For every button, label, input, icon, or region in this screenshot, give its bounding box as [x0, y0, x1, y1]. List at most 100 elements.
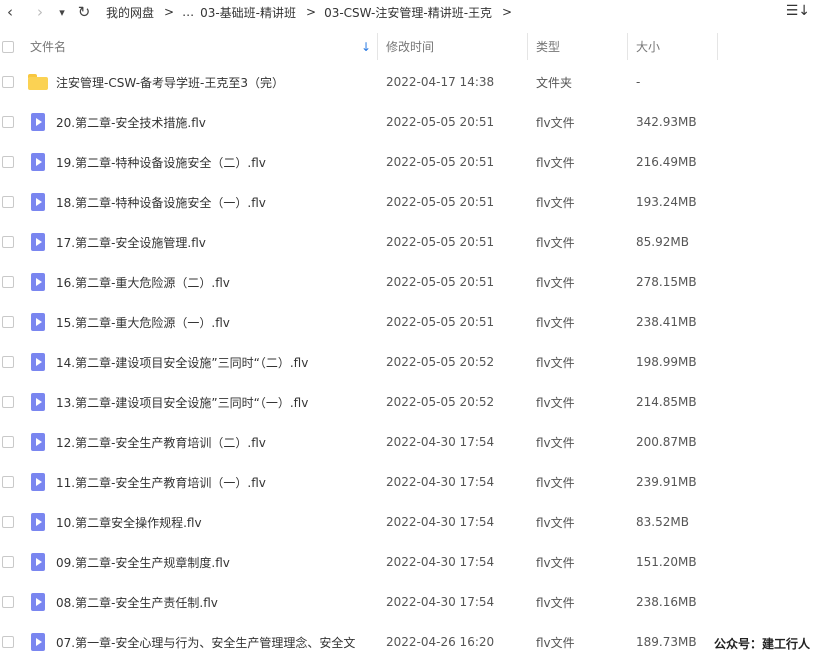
- type-column-header[interactable]: 类型: [536, 33, 560, 60]
- file-row[interactable]: 11.第二章-安全生产教育培训（一）.flv 2022-04-30 17:54 fl…: [0, 462, 814, 502]
- size-column-header[interactable]: 大小: [636, 33, 660, 60]
- file-name[interactable]: 14.第二章-建设项目安全设施”三同时“（二）.flv: [56, 342, 308, 382]
- file-name[interactable]: 18.第二章-特种设备设施安全（一）.flv: [56, 182, 266, 222]
- file-row[interactable]: 18.第二章-特种设备设施安全（一）.flv 2022-05-05 20:51 fl…: [0, 182, 814, 222]
- file-modified: 2022-04-30 17:54: [386, 595, 495, 609]
- row-checkbox[interactable]: [2, 356, 14, 368]
- row-checkbox[interactable]: [2, 116, 14, 128]
- row-checkbox[interactable]: [2, 196, 14, 208]
- file-row[interactable]: 10.第二章安全操作规程.flv 2022-04-30 17:54 flv文件 83.…: [0, 502, 814, 542]
- file-row[interactable]: 15.第二章-重大危险源（一）.flv 2022-05-05 20:51 flv文件…: [0, 302, 814, 342]
- file-row[interactable]: 17.第二章-安全设施管理.flv 2022-05-05 20:51 flv文件 85…: [0, 222, 814, 262]
- file-size: 200.87MB: [636, 435, 697, 449]
- file-size: 151.20MB: [636, 555, 697, 569]
- file-row[interactable]: 08.第二章-安全生产责任制.flv 2022-04-30 17:54 flv文件 2…: [0, 582, 814, 622]
- video-file-icon: [31, 513, 45, 531]
- row-checkbox[interactable]: [2, 476, 14, 488]
- back-icon[interactable]: ‹: [0, 3, 20, 21]
- file-name[interactable]: 12.第二章-安全生产教育培训（二）.flv: [56, 422, 266, 462]
- file-type: flv文件: [536, 235, 575, 250]
- file-name[interactable]: 16.第二章-重大危险源（二）.flv: [56, 262, 230, 302]
- modified-column-header[interactable]: 修改时间: [386, 33, 434, 60]
- file-name[interactable]: 15.第二章-重大危险源（一）.flv: [56, 302, 230, 342]
- folder-icon: [28, 74, 48, 90]
- file-name[interactable]: 11.第二章-安全生产教育培训（一）.flv: [56, 462, 266, 502]
- file-row[interactable]: 20.第二章-安全技术措施.flv 2022-05-05 20:51 flv文件 34…: [0, 102, 814, 142]
- file-name[interactable]: 13.第二章-建设项目安全设施”三同时“（一）.flv: [56, 382, 308, 422]
- file-modified: 2022-05-05 20:51: [386, 115, 495, 129]
- history-dropdown-icon[interactable]: ▾: [52, 6, 72, 19]
- file-row[interactable]: 07.第一章-安全心理与行为、安全生产管理理念、安全文 2022-04-26 16…: [0, 622, 814, 662]
- file-name[interactable]: 07.第一章-安全心理与行为、安全生产管理理念、安全文: [56, 622, 355, 662]
- file-type: flv文件: [536, 195, 575, 210]
- video-file-icon: [31, 633, 45, 651]
- name-column-label: 文件名: [30, 40, 67, 54]
- file-modified: 2022-04-30 17:54: [386, 435, 495, 449]
- row-checkbox[interactable]: [2, 316, 14, 328]
- row-checkbox[interactable]: [2, 636, 14, 648]
- file-type: flv文件: [536, 595, 575, 610]
- file-row[interactable]: 注安管理-CSW-备考导学班-王克至3（完） 2022-04-17 14:38 文件…: [0, 62, 814, 102]
- row-checkbox[interactable]: [2, 516, 14, 528]
- row-checkbox[interactable]: [2, 396, 14, 408]
- file-name[interactable]: 注安管理-CSW-备考导学班-王克至3（完）: [56, 62, 284, 102]
- file-name[interactable]: 08.第二章-安全生产责任制.flv: [56, 582, 218, 622]
- file-row[interactable]: 19.第二章-特种设备设施安全（二）.flv 2022-05-05 20:51 fl…: [0, 142, 814, 182]
- file-modified: 2022-05-05 20:52: [386, 395, 495, 409]
- file-row[interactable]: 14.第二章-建设项目安全设施”三同时“（二）.flv 2022-05-05 20…: [0, 342, 814, 382]
- file-size: 239.91MB: [636, 475, 697, 489]
- row-checkbox[interactable]: [2, 596, 14, 608]
- file-type: flv文件: [536, 435, 575, 450]
- row-checkbox[interactable]: [2, 436, 14, 448]
- breadcrumb-item[interactable]: 03-基础班-精讲班: [200, 4, 296, 21]
- sort-order-icon[interactable]: ☰↓: [786, 3, 810, 19]
- breadcrumb-separator: >: [502, 5, 513, 19]
- breadcrumb: 我的网盘 > … 03-基础班-精讲班 > 03-CSW-注安管理-精讲班-王克…: [106, 4, 520, 21]
- file-modified: 2022-05-05 20:51: [386, 275, 495, 289]
- file-name[interactable]: 20.第二章-安全技术措施.flv: [56, 102, 206, 142]
- video-file-icon: [31, 553, 45, 571]
- file-name[interactable]: 09.第二章-安全生产规章制度.flv: [56, 542, 230, 582]
- video-file-icon: [31, 353, 45, 371]
- file-type: flv文件: [536, 555, 575, 570]
- file-name[interactable]: 10.第二章安全操作规程.flv: [56, 502, 202, 542]
- row-checkbox[interactable]: [2, 156, 14, 168]
- file-size: 214.85MB: [636, 395, 697, 409]
- file-modified: 2022-05-05 20:52: [386, 355, 495, 369]
- file-size: 216.49MB: [636, 155, 697, 169]
- forward-icon[interactable]: ›: [30, 3, 50, 21]
- name-column-header[interactable]: 文件名 ↓: [30, 33, 375, 60]
- file-row[interactable]: 16.第二章-重大危险源（二）.flv 2022-05-05 20:51 flv文件…: [0, 262, 814, 302]
- video-file-icon: [31, 593, 45, 611]
- breadcrumb-item[interactable]: 03-CSW-注安管理-精讲班-王克: [324, 4, 492, 21]
- row-checkbox[interactable]: [2, 556, 14, 568]
- refresh-icon[interactable]: ↻: [74, 3, 94, 21]
- file-row[interactable]: 13.第二章-建设项目安全设施”三同时“（一）.flv 2022-05-05 20…: [0, 382, 814, 422]
- video-file-icon: [31, 473, 45, 491]
- breadcrumb-item[interactable]: …: [182, 5, 194, 19]
- file-type: flv文件: [536, 515, 575, 530]
- file-modified: 2022-04-30 17:54: [386, 515, 495, 529]
- file-name[interactable]: 17.第二章-安全设施管理.flv: [56, 222, 206, 262]
- breadcrumb-item[interactable]: 我的网盘: [106, 4, 154, 21]
- video-file-icon: [31, 153, 45, 171]
- video-file-icon: [31, 233, 45, 251]
- select-all-checkbox[interactable]: [2, 40, 14, 53]
- file-name[interactable]: 19.第二章-特种设备设施安全（二）.flv: [56, 142, 266, 182]
- file-type: flv文件: [536, 355, 575, 370]
- row-checkbox[interactable]: [2, 236, 14, 248]
- watermark: 公众号：建工行人: [711, 633, 812, 654]
- file-row[interactable]: 12.第二章-安全生产教育培训（二）.flv 2022-04-30 17:54 fl…: [0, 422, 814, 462]
- file-type: flv文件: [536, 115, 575, 130]
- file-type: 文件夹: [536, 75, 573, 90]
- file-size: 278.15MB: [636, 275, 697, 289]
- row-checkbox[interactable]: [2, 276, 14, 288]
- row-checkbox[interactable]: [2, 76, 14, 88]
- video-file-icon: [31, 433, 45, 451]
- file-type: flv文件: [536, 475, 575, 490]
- file-modified: 2022-04-26 16:20: [386, 635, 495, 649]
- video-file-icon: [31, 193, 45, 211]
- file-size: 342.93MB: [636, 115, 697, 129]
- file-row[interactable]: 09.第二章-安全生产规章制度.flv 2022-04-30 17:54 flv文件…: [0, 542, 814, 582]
- file-type: flv文件: [536, 635, 575, 650]
